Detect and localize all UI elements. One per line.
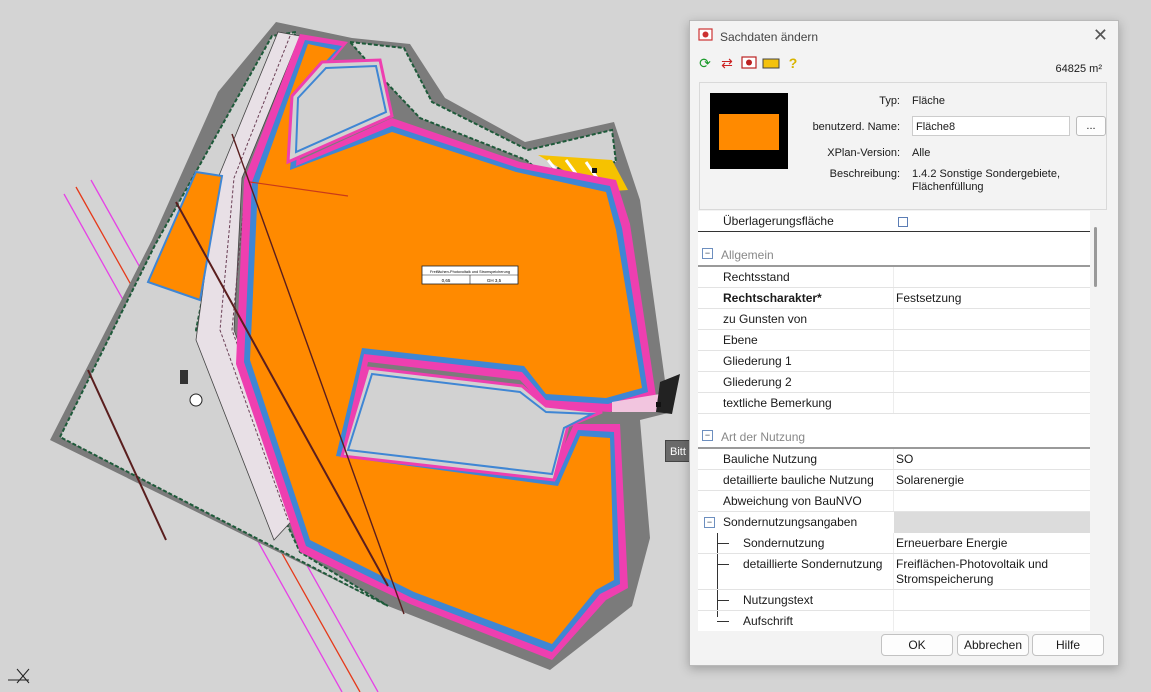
row-key: detaillierte Sondernutzung bbox=[743, 557, 883, 571]
name-label: benutzerd. Name: bbox=[812, 121, 900, 133]
dialog-titlebar[interactable]: Sachdaten ändern ✕ bbox=[690, 21, 1118, 51]
overlay-checkbox[interactable] bbox=[898, 217, 908, 227]
row-key: Rechtsstand bbox=[723, 270, 790, 284]
grid-row[interactable]: Bauliche Nutzung SO bbox=[698, 449, 1090, 470]
row-key: textliche Bemerkung bbox=[723, 396, 832, 410]
xplan-value: Alle bbox=[912, 147, 931, 159]
row-value[interactable]: SO bbox=[896, 452, 913, 466]
row-key: Bauliche Nutzung bbox=[723, 452, 818, 466]
hatch-icon[interactable] bbox=[762, 54, 780, 72]
row-key: zu Gunsten von bbox=[723, 312, 808, 326]
sub-label: Sondernutzungsangaben bbox=[723, 515, 858, 529]
row-value[interactable]: Freiflächen-Photovoltaik und bbox=[896, 557, 1048, 571]
grid-row[interactable]: Nutzungstext bbox=[698, 590, 1090, 611]
grid-row[interactable]: zu Gunsten von bbox=[698, 309, 1090, 330]
grid-row[interactable]: Gliederung 2 bbox=[698, 372, 1090, 393]
row-value[interactable]: Erneuerbare Energie bbox=[896, 536, 1007, 550]
dialog-title: Sachdaten ändern bbox=[720, 30, 819, 44]
grid-row[interactable]: textliche Bemerkung bbox=[698, 393, 1090, 414]
section-art-der-nutzung[interactable]: − Art der Nutzung bbox=[698, 423, 1090, 449]
grid-row[interactable]: detaillierte Sondernutzung Freiflächen-Ph… bbox=[698, 554, 1090, 590]
row-value[interactable]: Solarenergie bbox=[896, 473, 964, 487]
grid-row[interactable]: Rechtscharakter* Festsetzung bbox=[698, 288, 1090, 309]
tooltip: Bitt bbox=[665, 440, 691, 462]
map-table-gh: GH 3,5 bbox=[487, 278, 502, 283]
overlay-row[interactable]: Überlagerungsfläche bbox=[698, 211, 1090, 232]
collapse-icon[interactable]: − bbox=[702, 430, 713, 441]
grid-row[interactable]: Gliederung 1 bbox=[698, 351, 1090, 372]
row-key: Gliederung 1 bbox=[723, 354, 792, 368]
name-input[interactable]: Fläche8 bbox=[912, 116, 1070, 136]
swap-icon[interactable]: ⇄ bbox=[718, 54, 736, 72]
grid-row[interactable]: detaillierte bauliche Nutzung Solarenergi… bbox=[698, 470, 1090, 491]
row-key: Gliederung 2 bbox=[723, 375, 792, 389]
help-button[interactable]: Hilfe bbox=[1032, 634, 1104, 656]
desc-label: Beschreibung: bbox=[829, 168, 900, 180]
xplan-label: XPlan-Version: bbox=[827, 147, 900, 159]
scrollbar[interactable] bbox=[1094, 227, 1097, 287]
row-key: Nutzungstext bbox=[743, 593, 814, 607]
grid-row[interactable]: Aufschrift bbox=[698, 611, 1090, 631]
help-icon[interactable]: ? bbox=[784, 54, 802, 72]
grid-row[interactable]: Sondernutzung Erneuerbare Energie bbox=[698, 533, 1090, 554]
typ-label: Typ: bbox=[879, 95, 900, 107]
fill-preview bbox=[710, 93, 788, 169]
map-table-title: Freiflächen-Photovoltaik und Stromspeich… bbox=[430, 270, 510, 274]
section-allgemein-label: Allgemein bbox=[721, 248, 774, 262]
section-art-label: Art der Nutzung bbox=[721, 430, 806, 444]
row-key: Aufschrift bbox=[743, 614, 794, 628]
collapse-icon[interactable]: − bbox=[704, 517, 715, 528]
sondernutzungsangaben-row[interactable]: − Sondernutzungsangaben bbox=[698, 512, 1090, 533]
sachdaten-dialog: Sachdaten ändern ✕ ⟳ ⇄ ? 64825 m² Typ: F… bbox=[689, 20, 1119, 666]
ok-button[interactable]: OK bbox=[881, 634, 953, 656]
section-allgemein[interactable]: − Allgemein bbox=[698, 241, 1090, 267]
grid-row[interactable]: Abweichung von BauNVO bbox=[698, 491, 1090, 512]
row-value-line2: Stromspeicherung bbox=[896, 572, 994, 586]
grid-row[interactable]: Rechtsstand bbox=[698, 267, 1090, 288]
desc-value-2: Flächenfüllung bbox=[912, 181, 984, 193]
row-key: Rechtscharakter* bbox=[723, 291, 822, 305]
map-table-grz: 0,65 bbox=[442, 278, 451, 283]
row-key: Abweichung von BauNVO bbox=[723, 494, 862, 508]
property-grid: Überlagerungsfläche − Allgemein Rechtsst… bbox=[698, 211, 1090, 631]
row-key: detaillierte bauliche Nutzung bbox=[723, 473, 874, 487]
area-value: 64825 m² bbox=[1055, 63, 1102, 75]
overlay-label: Überlagerungsfläche bbox=[723, 214, 834, 228]
desc-value-1: 1.4.2 Sonstige Sondergebiete, bbox=[912, 168, 1061, 180]
typ-value: Fläche bbox=[912, 95, 946, 107]
close-icon[interactable]: ✕ bbox=[1093, 25, 1108, 46]
properties-panel: Typ: Fläche benutzerd. Name: Fläche8 ...… bbox=[699, 82, 1107, 210]
row-value[interactable]: Festsetzung bbox=[896, 291, 961, 305]
grid-row[interactable]: Ebene bbox=[698, 330, 1090, 351]
app-icon bbox=[698, 28, 713, 41]
row-key: Sondernutzung bbox=[743, 536, 825, 550]
collapse-icon[interactable]: − bbox=[702, 248, 713, 259]
browse-button[interactable]: ... bbox=[1076, 116, 1106, 136]
refresh-icon[interactable]: ⟳ bbox=[696, 54, 714, 72]
edit-data-icon[interactable] bbox=[740, 54, 758, 72]
cancel-button[interactable]: Abbrechen bbox=[957, 634, 1029, 656]
row-key: Ebene bbox=[723, 333, 758, 347]
